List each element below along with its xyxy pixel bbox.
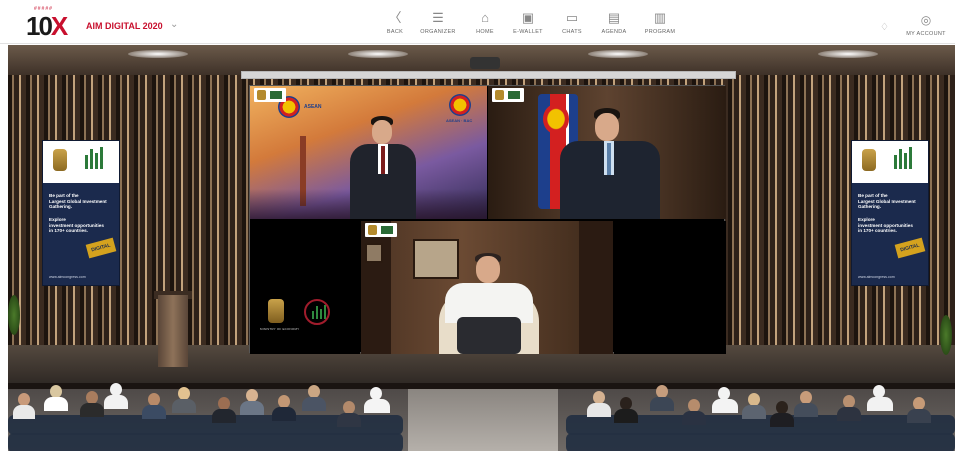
- aim-logo-icon: [888, 147, 920, 175]
- video-panel-speaker-2[interactable]: [488, 86, 726, 219]
- ceiling-light: [348, 50, 408, 58]
- gov-watermark-icon: [492, 88, 524, 102]
- banner-text-explore: Explore investment opportunities in 170+ c…: [49, 217, 104, 234]
- banner-text-intro: Be part of the Largest Global Investment G…: [49, 193, 107, 210]
- right-banner[interactable]: Be part of the Largest Global Investment G…: [851, 140, 929, 286]
- video-panel-speaker-1[interactable]: ASEAN ASEAN · BAC: [250, 86, 487, 219]
- podium: [158, 295, 188, 367]
- event-title[interactable]: AIM DIGITAL 2020: [86, 21, 163, 31]
- notification-icon[interactable]: ♢: [880, 22, 889, 33]
- banner-text-explore: Explore investment opportunities in 170+ c…: [858, 217, 913, 234]
- asean-flag-emblem-icon: [543, 104, 569, 134]
- chevron-down-icon[interactable]: ⌄: [170, 19, 178, 30]
- video-panel-speaker-3[interactable]: [361, 221, 613, 354]
- banner-text-intro: Be part of the Largest Global Investment G…: [858, 193, 916, 210]
- aim-10x-logo[interactable]: ##### 10X: [26, 6, 70, 42]
- uae-emblem-icon: [53, 149, 67, 171]
- aim-emblem-icon: [304, 299, 330, 325]
- screen-frame-bar: [241, 71, 736, 79]
- digital-stamp: DIGITAL: [85, 237, 117, 259]
- center-aisle: [408, 389, 558, 451]
- banner-url: www.aimcongress.com: [49, 275, 86, 279]
- ceiling-light: [818, 50, 878, 58]
- digital-stamp: DIGITAL: [894, 237, 926, 259]
- ceiling-light: [588, 50, 648, 58]
- empty-video-slot: [614, 221, 726, 354]
- asean-label-right: ASEAN · BAC: [446, 118, 473, 123]
- plant: [8, 295, 20, 335]
- my-account-label: MY ACCOUNT: [906, 31, 946, 37]
- seat-row: [8, 433, 403, 451]
- program-icon: ▥: [653, 10, 667, 25]
- uae-emblem-icon: [268, 299, 284, 323]
- asean-label-left: ASEAN: [304, 104, 322, 110]
- logo-number: 10: [26, 11, 53, 41]
- logo-wordmark: 10X: [26, 11, 68, 42]
- bookshelf: [361, 221, 391, 354]
- uae-emblem-icon: [862, 149, 876, 171]
- banner-logo-area: [852, 141, 928, 183]
- nav-program-button[interactable]: ▥ PROGRAM: [630, 10, 690, 42]
- projector: [470, 57, 500, 69]
- bookshelf: [579, 221, 613, 354]
- account-icon: ◎: [920, 13, 932, 27]
- picture-frame: [365, 243, 383, 263]
- left-banner[interactable]: Be part of the Largest Global Investment G…: [42, 140, 120, 286]
- banner-url: www.aimcongress.com: [858, 275, 895, 279]
- asean-bac-logo-icon: [449, 94, 471, 116]
- top-navigation-bar: ##### 10X AIM DIGITAL 2020 ⌄ 〈 BACK ☰ OR…: [0, 0, 955, 44]
- nav-program-label: PROGRAM: [644, 29, 676, 35]
- logo-x: X: [50, 11, 68, 41]
- gov-watermark-icon: [365, 223, 397, 237]
- virtual-auditorium: Be part of the Largest Global Investment G…: [8, 45, 955, 451]
- painting: [413, 239, 459, 279]
- banner-logo-area: [43, 141, 119, 183]
- gov-watermark-icon: [254, 88, 286, 102]
- logo-panel: MINISTRY OF ECONOMY: [250, 221, 360, 354]
- ministry-caption: MINISTRY OF ECONOMY: [260, 327, 300, 331]
- aim-logo-icon: [79, 147, 111, 175]
- seat-row: [566, 433, 955, 451]
- ceiling-light: [128, 50, 188, 58]
- main-video-screen[interactable]: ASEAN ASEAN · BAC MINISTRY OF ECONOMY: [249, 85, 726, 354]
- plant: [940, 315, 952, 355]
- my-account-button[interactable]: ◎ MY ACCOUNT: [902, 12, 950, 37]
